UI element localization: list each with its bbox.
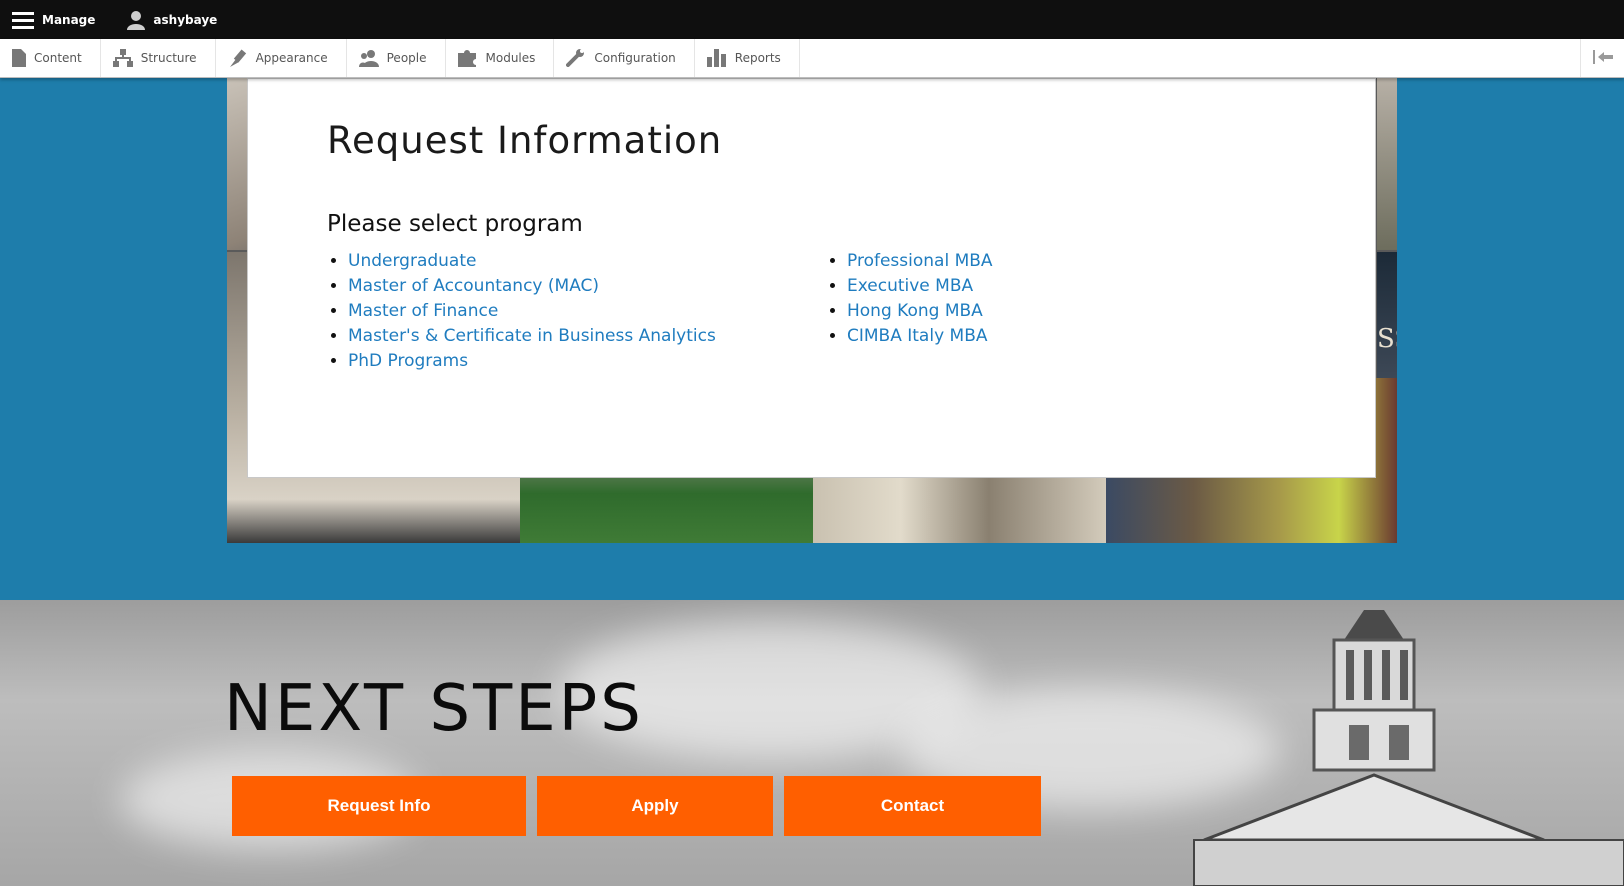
program-link-undergraduate[interactable]: Undergraduate <box>348 251 476 271</box>
tray-item-configuration[interactable]: Configuration <box>554 39 695 77</box>
manage-toggle[interactable]: Manage <box>0 0 107 39</box>
file-icon <box>12 49 26 67</box>
manage-label: Manage <box>42 12 96 27</box>
people-icon <box>358 49 379 67</box>
tray-item-reports[interactable]: Reports <box>695 39 800 77</box>
tray-label: Structure <box>140 51 197 65</box>
tray-label: Appearance <box>255 51 328 65</box>
contact-button[interactable]: Contact <box>784 776 1041 836</box>
tray-label: Modules <box>485 51 536 65</box>
list-item: PhD Programs <box>348 349 716 374</box>
apply-button[interactable]: Apply <box>537 776 773 836</box>
admin-tray: Content Structure Appearance People Modu… <box>0 39 1624 78</box>
wrench-icon <box>566 49 586 67</box>
user-icon <box>127 10 146 30</box>
hamburger-icon <box>12 11 34 29</box>
tray-label: Configuration <box>594 51 676 65</box>
program-link-hong-kong-mba[interactable]: Hong Kong MBA <box>847 301 983 321</box>
puzzle-icon <box>457 49 478 67</box>
list-item: Master's & Certificate in Business Analy… <box>348 324 716 349</box>
program-list-right: Professional MBA Executive MBA Hong Kong… <box>827 249 993 349</box>
program-link-phd[interactable]: PhD Programs <box>348 351 468 371</box>
program-link-professional-mba[interactable]: Professional MBA <box>847 251 993 271</box>
admin-toolbar: Manage ashybaye <box>0 0 1624 39</box>
list-item: Professional MBA <box>847 249 993 274</box>
modal-title: Request Information <box>327 119 723 162</box>
collage-photo <box>1377 78 1397 250</box>
tray-item-appearance[interactable]: Appearance <box>216 39 347 77</box>
program-list-left: Undergraduate Master of Accountancy (MAC… <box>328 249 716 374</box>
collage-photo <box>1377 252 1397 378</box>
tray-label: People <box>386 51 427 65</box>
next-steps-title: NEXT STEPS <box>224 672 644 746</box>
list-item: Undergraduate <box>348 249 716 274</box>
tray-orientation-toggle[interactable] <box>1580 39 1624 77</box>
tray-item-content[interactable]: Content <box>0 39 101 77</box>
sitemap-icon <box>112 49 133 67</box>
program-link-business-analytics[interactable]: Master's & Certificate in Business Analy… <box>348 326 716 346</box>
modal-subtitle: Please select program <box>327 211 583 237</box>
collage-sign-text: SS <box>1377 324 1397 354</box>
list-item: CIMBA Italy MBA <box>847 324 993 349</box>
list-item: Hong Kong MBA <box>847 299 993 324</box>
tray-item-modules[interactable]: Modules <box>446 39 555 77</box>
collapse-left-icon <box>1592 49 1613 67</box>
user-menu[interactable]: ashybaye <box>115 0 229 39</box>
tray-item-structure[interactable]: Structure <box>101 39 216 77</box>
request-info-button[interactable]: Request Info <box>232 776 526 836</box>
building-illustration <box>1193 610 1624 886</box>
brush-icon <box>228 49 248 67</box>
list-item: Master of Accountancy (MAC) <box>348 274 716 299</box>
tray-item-people[interactable]: People <box>347 39 446 77</box>
program-link-finance[interactable]: Master of Finance <box>348 301 498 321</box>
program-link-executive-mba[interactable]: Executive MBA <box>847 276 973 296</box>
user-label: ashybaye <box>153 12 218 27</box>
program-link-mac[interactable]: Master of Accountancy (MAC) <box>348 276 599 296</box>
tray-label: Reports <box>734 51 781 65</box>
program-link-cimba-italy-mba[interactable]: CIMBA Italy MBA <box>847 326 988 346</box>
list-item: Master of Finance <box>348 299 716 324</box>
tray-label: Content <box>34 51 82 65</box>
bar-chart-icon <box>706 49 727 67</box>
list-item: Executive MBA <box>847 274 993 299</box>
request-info-modal: Request Information Please select progra… <box>247 78 1376 478</box>
